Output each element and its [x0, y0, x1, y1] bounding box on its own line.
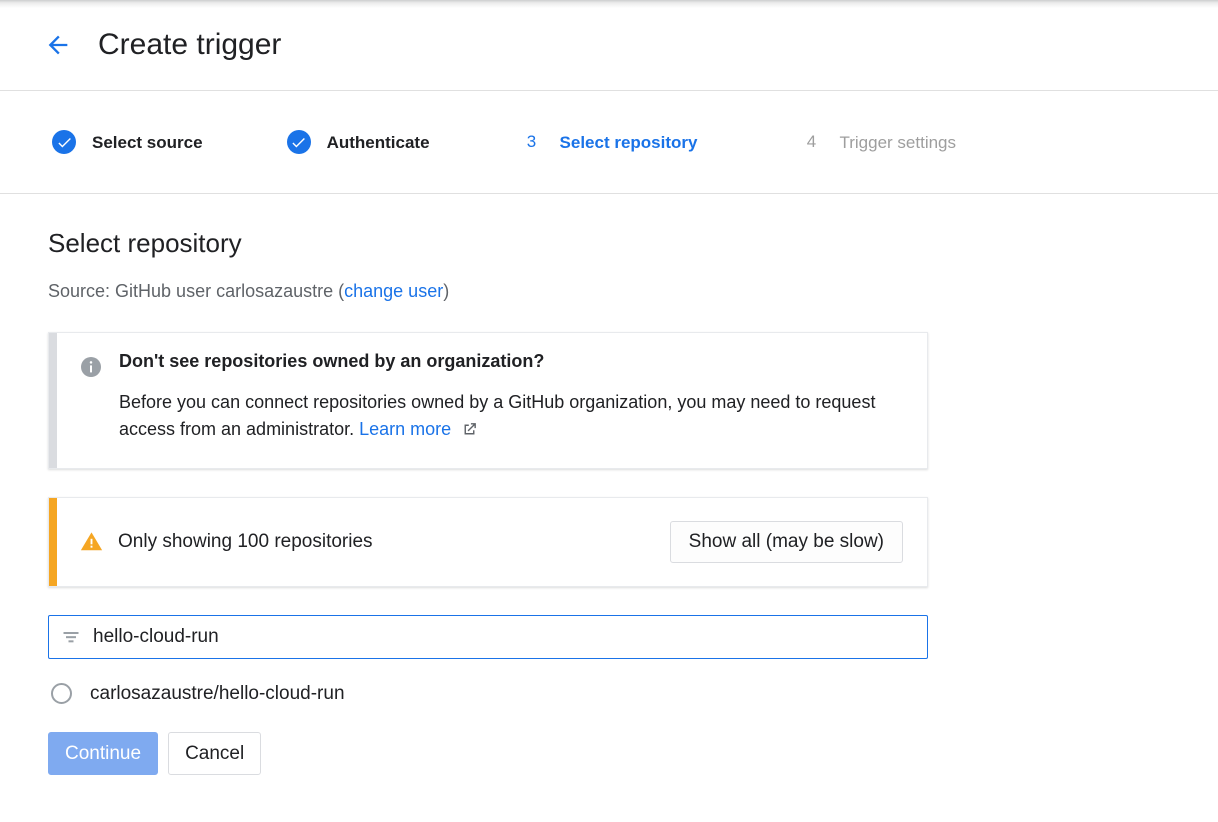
warning-triangle-icon [79, 529, 104, 554]
show-all-button[interactable]: Show all (may be slow) [669, 520, 903, 563]
info-card-body: Before you can connect repositories owne… [119, 389, 903, 446]
step-label-select-source: Select source [92, 132, 203, 152]
repository-name: carlosazaustre/hello-cloud-run [90, 682, 345, 704]
page-header: Create trigger [0, 0, 1218, 91]
stepper: Select source Authenticate 3 Select repo… [0, 91, 1218, 194]
step-label-authenticate: Authenticate [326, 132, 430, 152]
change-user-link[interactable]: change user [344, 281, 443, 301]
repository-filter-input[interactable] [93, 615, 915, 658]
step-number-3: 3 [526, 132, 537, 151]
main-content: Select repository Source: GitHub user ca… [0, 194, 1218, 776]
check-circle-icon [52, 130, 76, 154]
check-circle-icon [286, 130, 311, 154]
repository-radio[interactable] [51, 682, 72, 704]
learn-more-link[interactable]: Learn more [359, 419, 451, 439]
info-card-accent-bar [49, 333, 57, 468]
warning-card-accent-bar [49, 497, 57, 586]
repository-option[interactable]: carlosazaustre/hello-cloud-run [48, 679, 468, 708]
page-title: Create trigger [98, 28, 282, 61]
create-trigger-page: Create trigger Select source Authenticat [0, 0, 1218, 822]
repository-list: carlosazaustre/hello-cloud-run [48, 679, 1218, 708]
step-trigger-settings[interactable]: 4 Trigger settings [799, 130, 956, 154]
action-bar: Continue Cancel [48, 731, 1218, 776]
step-authenticate[interactable]: Authenticate [286, 130, 430, 154]
step-label-select-repository: Select repository [559, 132, 698, 152]
source-line: Source: GitHub user carlosazaustre (chan… [48, 282, 1218, 300]
arrow-left-icon [44, 31, 72, 59]
back-button[interactable] [36, 23, 80, 67]
repository-limit-warning-card: Only showing 100 repositories Show all (… [48, 496, 928, 587]
step-select-source[interactable]: Select source [52, 130, 203, 154]
step-select-repository[interactable]: 3 Select repository [520, 130, 698, 154]
step-label-trigger-settings: Trigger settings [839, 132, 957, 152]
continue-button[interactable]: Continue [48, 731, 159, 776]
organization-info-card: Don't see repositories owned by an organ… [48, 332, 928, 469]
warning-message: Only showing 100 repositories [118, 531, 373, 553]
repository-filter-row[interactable] [48, 614, 928, 659]
external-link-icon [461, 419, 478, 446]
section-title: Select repository [48, 228, 242, 258]
source-prefix-text: Source: GitHub user carlosazaustre ( [48, 281, 345, 301]
info-circle-icon [79, 355, 103, 384]
cancel-button[interactable]: Cancel [168, 731, 262, 776]
filter-list-icon [61, 627, 81, 647]
info-card-heading: Don't see repositories owned by an organ… [119, 351, 545, 371]
source-suffix-text: ) [443, 281, 450, 301]
stepper-steps: Select source Authenticate 3 Select repo… [0, 91, 956, 193]
info-card-body-text: Before you can connect repositories owne… [119, 391, 876, 439]
step-number-4: 4 [806, 132, 817, 151]
